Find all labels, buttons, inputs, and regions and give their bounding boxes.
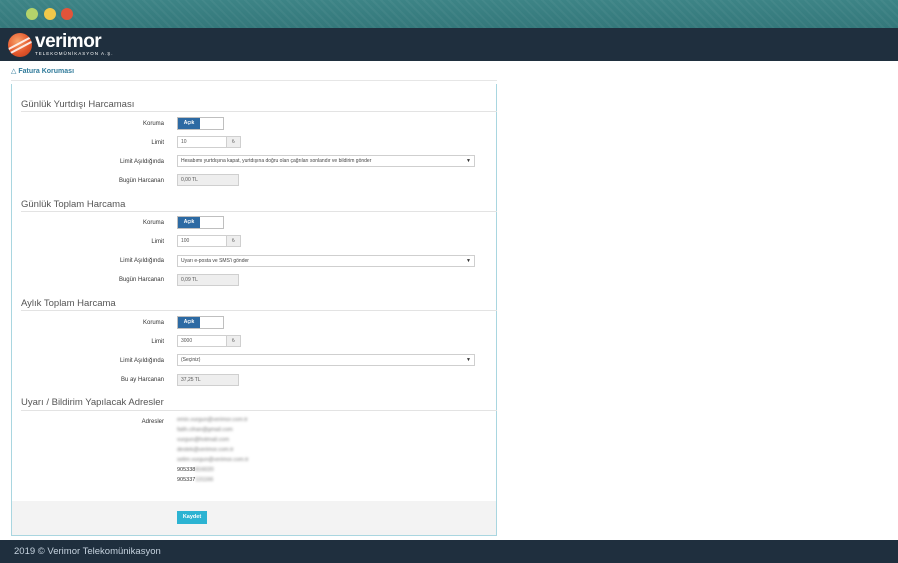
shield-icon: △ <box>11 68 17 75</box>
limit-exceed-label: Limit Aşıldığında <box>119 258 164 264</box>
address-item: destek@verimor.com.tr <box>177 447 234 453</box>
section-title: Uyarı / Bildirim Yapılacak Adresler <box>21 397 164 408</box>
section-title: Aylık Toplam Harcama <box>21 298 116 309</box>
phone-masked: 816020 <box>195 467 214 473</box>
koruma-label: Koruma <box>142 220 164 226</box>
spent-label: Bugün Harcanan <box>118 277 164 283</box>
toggle-on-label: Açık <box>178 217 200 228</box>
toggle-on-label: Açık <box>178 118 200 129</box>
caret-down-icon: ▼ <box>466 258 471 264</box>
limit-input[interactable]: 100 <box>177 235 227 247</box>
address-item: fatih.cihan@gmail.com <box>177 427 233 433</box>
limit-exceed-select[interactable]: Hesabımı yurtdışına kapat, yurtdışına do… <box>177 155 475 167</box>
page-footer: 2019 © Verimor Telekomünikasyon <box>0 540 898 563</box>
address-item: 905338816020 <box>177 465 249 475</box>
spent-value: 0,00 TL <box>177 174 239 186</box>
limit-label: Limit <box>151 140 164 146</box>
address-item: emin.vurgun@verimor.com.tr <box>177 417 248 423</box>
phone-number: 905337 <box>177 477 196 483</box>
logo-globe-icon <box>8 32 32 57</box>
window-titlebar <box>0 0 898 28</box>
koruma-toggle[interactable]: Açık <box>177 117 224 130</box>
section-title: Günlük Yurtdışı Harcaması <box>21 99 135 110</box>
currency-addon: ₺ <box>227 235 241 247</box>
address-item: vurgun@hotmail.com <box>177 437 230 443</box>
koruma-label: Koruma <box>142 320 164 326</box>
address-item: 905337131166 <box>177 475 249 485</box>
brand-tagline: TELEKOMÜNİKASYON A.Ş. <box>35 51 114 57</box>
limit-exceed-select[interactable]: Uyarı e-posta ve SMS'i gönder ▼ <box>177 255 475 267</box>
limit-label: Limit <box>151 339 164 345</box>
breadcrumb: △ Fatura Koruması <box>11 67 75 76</box>
limit-input[interactable]: 10 <box>177 136 227 148</box>
toggle-on-label: Açık <box>178 317 200 328</box>
limit-exceed-label: Limit Aşıldığında <box>119 358 164 364</box>
koruma-toggle[interactable]: Açık <box>177 316 224 329</box>
form-actions <box>12 501 496 535</box>
fatura-koruma-panel: Günlük Yurtdışı Harcaması Koruma Açık Li… <box>11 84 497 536</box>
divider <box>21 211 497 212</box>
copyright-text: 2019 © Verimor Telekomünikasyon <box>14 546 161 557</box>
divider <box>21 111 497 112</box>
spent-label: Bugün Harcanan <box>118 178 164 184</box>
caret-down-icon: ▼ <box>466 158 471 164</box>
addresses-label: Adresler <box>141 419 164 425</box>
phone-number: 905338 <box>177 467 196 473</box>
spent-value: 37,25 TL <box>177 374 239 386</box>
limit-exceed-select[interactable]: (Seçiniz) ▼ <box>177 354 475 366</box>
divider <box>21 310 497 311</box>
select-value: (Seçiniz) <box>181 357 201 363</box>
brand-name: verimor <box>35 31 102 53</box>
addresses-list: emin.vurgun@verimor.com.tr fatih.cihan@g… <box>177 415 249 485</box>
koruma-toggle[interactable]: Açık <box>177 216 224 229</box>
spent-value: 0,09 TL <box>177 274 239 286</box>
spent-label: Bu ay Harcanan <box>120 377 164 383</box>
address-item: selim.vurgun@verimor.com.tr <box>177 457 249 463</box>
limit-exceed-label: Limit Aşıldığında <box>119 159 164 165</box>
select-value: Uyarı e-posta ve SMS'i gönder <box>181 258 249 264</box>
select-value: Hesabımı yurtdışına kapat, yurtdışına do… <box>181 158 372 164</box>
window-close-button[interactable] <box>61 8 73 20</box>
koruma-label: Koruma <box>142 121 164 127</box>
limit-label: Limit <box>151 239 164 245</box>
page-title: Fatura Koruması <box>18 67 75 75</box>
brand-logo[interactable]: verimor TELEKOMÜNİKASYON A.Ş. <box>8 31 114 58</box>
save-button[interactable]: Kaydet <box>177 511 207 524</box>
window-minimize-button[interactable] <box>44 8 56 20</box>
currency-addon: ₺ <box>227 136 241 148</box>
caret-down-icon: ▼ <box>466 357 471 363</box>
divider <box>21 410 497 411</box>
limit-input[interactable]: 3000 <box>177 335 227 347</box>
section-title: Günlük Toplam Harcama <box>21 199 126 210</box>
divider <box>11 80 497 81</box>
app-header: verimor TELEKOMÜNİKASYON A.Ş. <box>0 28 898 61</box>
window-maximize-button[interactable] <box>26 8 38 20</box>
phone-masked: 131166 <box>195 477 214 483</box>
currency-addon: ₺ <box>227 335 241 347</box>
